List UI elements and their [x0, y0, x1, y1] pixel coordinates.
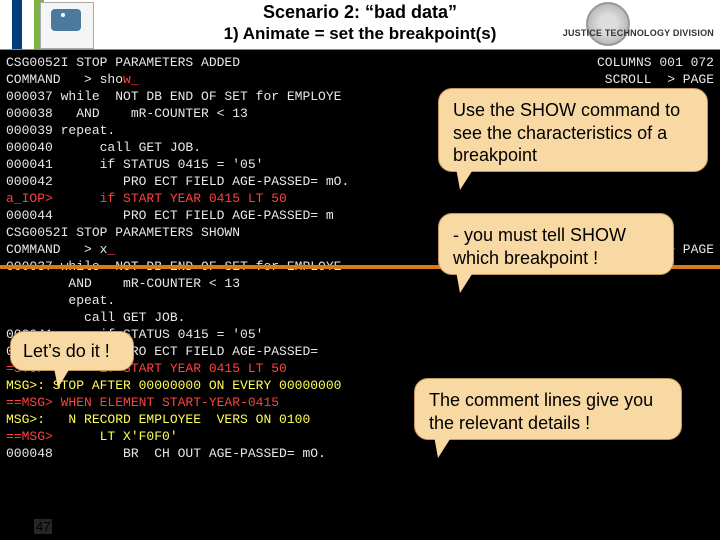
seal-icon	[586, 2, 630, 46]
term-row: epeat.	[6, 292, 714, 309]
term-row: 000048 BR CH OUT AGE-PASSED= mO.	[6, 445, 714, 462]
callout-tail	[434, 436, 452, 458]
left-color-bars	[0, 0, 44, 49]
callout-tail	[54, 368, 70, 388]
callout-tail	[456, 168, 474, 190]
title-line-1: Scenario 2: “bad data”	[130, 2, 590, 23]
term-row: 000042 PRO ECT FIELD AGE-PASSED= mO.	[6, 173, 714, 190]
term-row: CSG0052I STOP PARAMETERS ADDEDCOLUMNS 00…	[6, 54, 714, 71]
justice-label: JUSTICE TECHNOLOGY DIVISION	[563, 28, 714, 38]
callout-show-command: Use the SHOW command to see the characte…	[438, 88, 708, 172]
term-row: a_IOP> if START YEAR 0415 LT 50	[6, 190, 714, 207]
term-row: COMMAND > show_SCROLL > PAGE	[6, 71, 714, 88]
term-row: AND mR-COUNTER < 13	[6, 275, 714, 292]
title-area: Scenario 2: “bad data” 1) Animate = set …	[130, 2, 590, 44]
callout-which-breakpoint: - you must tell SHOW which breakpoint !	[438, 213, 674, 275]
slide-header: Scenario 2: “bad data” 1) Animate = set …	[0, 0, 720, 50]
callout-comment-lines: The comment lines give you the relevant …	[414, 378, 682, 440]
term-row: call GET JOB.	[6, 309, 714, 326]
tv-logo	[40, 2, 94, 49]
slide-number: 47	[34, 519, 52, 534]
callout-lets-do-it: Let’s do it !	[10, 331, 134, 371]
callout-tail	[456, 271, 474, 293]
title-line-2: 1) Animate = set the breakpoint(s)	[130, 24, 590, 44]
